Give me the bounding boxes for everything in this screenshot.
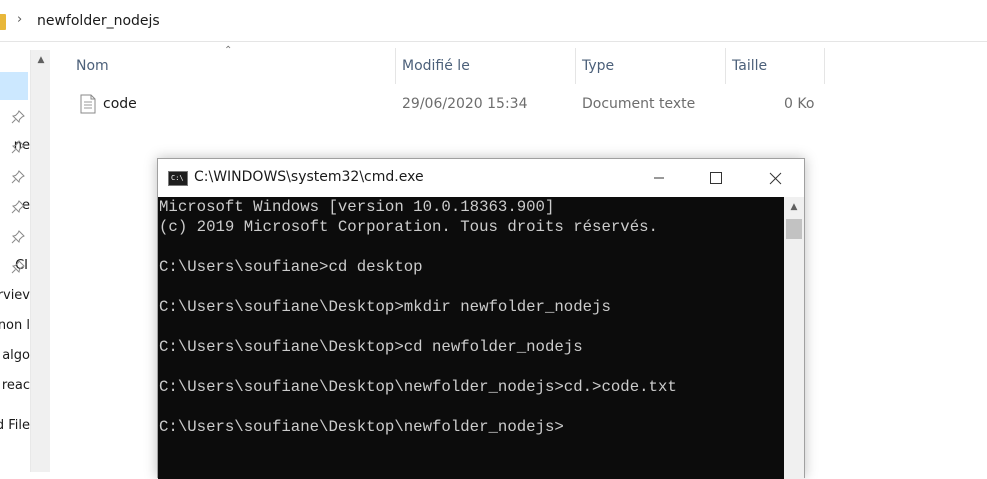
chevron-right-icon[interactable]: › <box>17 12 22 27</box>
console-line: Microsoft Windows [version 10.0.18363.90… <box>159 198 555 216</box>
nav-item[interactable]: non l <box>0 318 30 338</box>
text-document-icon <box>80 94 96 118</box>
close-button[interactable] <box>752 159 798 197</box>
scroll-up-icon[interactable]: ▲ <box>31 50 51 70</box>
file-name: code <box>103 96 137 112</box>
pin-icon[interactable] <box>11 110 25 124</box>
column-header-size[interactable]: Taille <box>726 48 825 84</box>
maximize-icon <box>710 172 722 184</box>
minimize-icon <box>654 177 664 179</box>
close-icon <box>769 172 781 184</box>
address-bar[interactable]: › newfolder_nodejs <box>0 0 987 42</box>
maximize-button[interactable] <box>693 159 739 197</box>
nav-item[interactable]: algo <box>0 348 30 368</box>
console-scrollbar[interactable]: ▲ <box>784 197 804 479</box>
minimize-button[interactable] <box>636 159 682 197</box>
column-header-type[interactable]: Type <box>576 48 726 84</box>
console-line: C:\Users\soufiane\Desktop\newfolder_node… <box>159 378 677 396</box>
cmd-window[interactable]: C:\ C:\WINDOWS\system32\cmd.exe Microsof… <box>157 158 805 479</box>
column-header-modified[interactable]: Modifié le <box>396 48 576 84</box>
console-line: (c) 2019 Microsoft Corporation. Tous dro… <box>159 218 658 236</box>
nav-item[interactable]: rviev <box>0 288 30 308</box>
console-line: C:\Users\soufiane>cd desktop <box>159 258 423 276</box>
scroll-up-icon[interactable]: ▲ <box>784 197 804 217</box>
nav-item[interactable]: reac <box>0 378 30 398</box>
scroll-thumb[interactable] <box>786 219 802 239</box>
console-line: C:\Users\soufiane\Desktop>mkdir newfolde… <box>159 298 611 316</box>
nav-item[interactable]: d File <box>0 418 30 438</box>
file-type: Document texte <box>582 96 696 112</box>
console-line: C:\Users\soufiane\Desktop>cd newfolder_n… <box>159 338 583 356</box>
file-row[interactable]: code 29/06/2020 15:34 Document texte 0 K… <box>70 92 830 118</box>
nav-scrollbar[interactable]: ▲ <box>30 50 50 472</box>
breadcrumb[interactable]: newfolder_nodejs <box>37 13 160 29</box>
console-output[interactable]: Microsoft Windows [version 10.0.18363.90… <box>158 197 784 479</box>
console-prompt-line[interactable]: C:\Users\soufiane\Desktop\newfolder_node… <box>159 417 564 437</box>
pin-icon[interactable] <box>11 260 25 274</box>
cmd-app-icon[interactable]: C:\ <box>168 171 188 186</box>
cmd-title-bar[interactable]: C:\ C:\WINDOWS\system32\cmd.exe <box>158 159 804 197</box>
file-modified: 29/06/2020 15:34 <box>402 96 528 112</box>
column-header-name[interactable]: Nom <box>70 48 396 84</box>
pin-icon[interactable] <box>11 200 25 214</box>
pin-icon[interactable] <box>11 170 25 184</box>
pin-icon[interactable] <box>11 230 25 244</box>
nav-selected-item[interactable] <box>0 72 28 100</box>
window-title: C:\WINDOWS\system32\cmd.exe <box>194 169 424 185</box>
file-size: 0 Ko <box>784 96 815 112</box>
pin-icon[interactable] <box>11 140 25 154</box>
folder-icon <box>0 14 6 30</box>
